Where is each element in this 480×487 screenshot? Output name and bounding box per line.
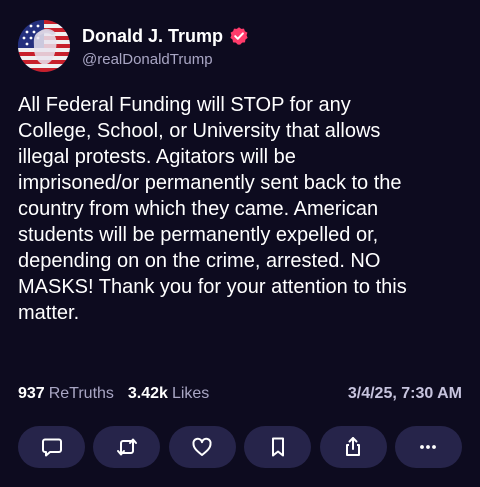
reply-button[interactable]	[18, 426, 85, 468]
post-body-text: All Federal Funding will STOP for any Co…	[18, 94, 407, 324]
retruths-count[interactable]: 937	[18, 385, 45, 403]
post-action-bar	[18, 426, 462, 468]
author-handle[interactable]: @realDonaldTrump	[82, 51, 249, 68]
likes-label[interactable]: Likes	[172, 385, 209, 403]
flag-portrait-avatar-image	[18, 20, 70, 72]
bookmark-icon	[271, 437, 284, 457]
retruth-button[interactable]	[93, 426, 161, 468]
like-button[interactable]	[168, 426, 236, 468]
author-display-name[interactable]: Donald J. Trump	[82, 26, 223, 47]
retruths-label[interactable]: ReTruths	[49, 385, 114, 403]
likes-count[interactable]: 3.42k	[128, 385, 168, 403]
author-name-row: Donald J. Trump	[82, 24, 249, 48]
more-dots-icon	[420, 445, 437, 449]
post-timestamp: 3/4/25, 7:30 AM	[347, 385, 462, 402]
heart-icon	[192, 437, 212, 456]
avatar[interactable]	[18, 20, 70, 72]
share-upload-icon	[346, 437, 361, 456]
verified-badge-icon	[229, 26, 249, 46]
post-stats: 937 ReTruths 3.42k Likes 3/4/25, 7:30 AM	[18, 383, 462, 405]
speech-bubble-icon	[41, 438, 62, 457]
retruth-arrows-icon	[116, 438, 137, 456]
bookmark-button[interactable]	[244, 426, 312, 468]
more-options-button[interactable]	[394, 426, 462, 468]
truth-post: Donald J. Trump @realDonaldTrump All Fed…	[0, 0, 480, 487]
share-button[interactable]	[319, 426, 387, 468]
author-info: Donald J. Trump @realDonaldTrump	[82, 24, 249, 68]
